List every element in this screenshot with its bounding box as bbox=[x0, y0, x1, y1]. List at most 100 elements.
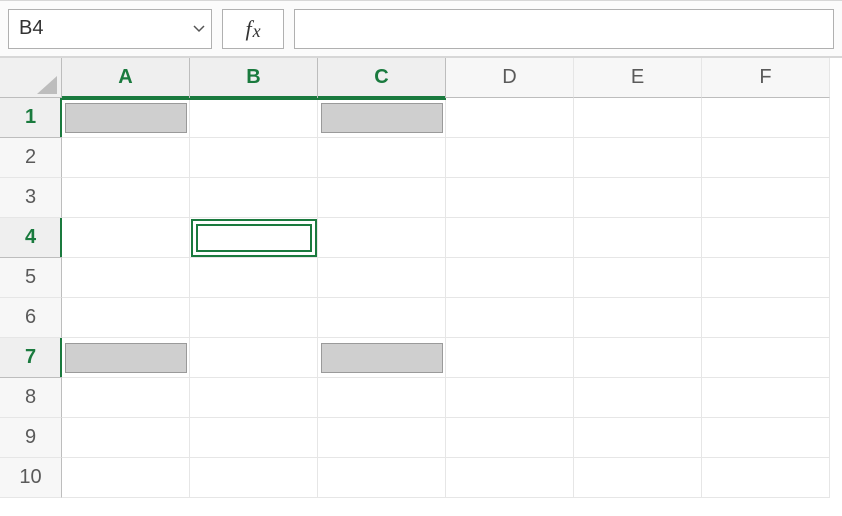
row-header-7[interactable]: 7 bbox=[0, 338, 62, 378]
cell-C1[interactable] bbox=[318, 98, 446, 138]
name-box-input[interactable] bbox=[9, 10, 211, 48]
row-header-1[interactable]: 1 bbox=[0, 98, 62, 138]
cell-B4[interactable] bbox=[190, 218, 318, 258]
cell-D2[interactable] bbox=[446, 138, 574, 178]
cell-F6[interactable] bbox=[702, 298, 830, 338]
cell-F2[interactable] bbox=[702, 138, 830, 178]
col-label: C bbox=[374, 66, 388, 89]
cell-C2[interactable] bbox=[318, 138, 446, 178]
cell-A8[interactable] bbox=[62, 378, 190, 418]
cell-E1[interactable] bbox=[574, 98, 702, 138]
cell-B10[interactable] bbox=[190, 458, 318, 498]
formula-toolbar: fx bbox=[0, 0, 842, 58]
row-label: 4 bbox=[25, 226, 36, 249]
row-label: 6 bbox=[25, 306, 36, 329]
row-label: 9 bbox=[25, 426, 36, 449]
row-header-6[interactable]: 6 bbox=[0, 298, 62, 338]
cell-F10[interactable] bbox=[702, 458, 830, 498]
row-header-5[interactable]: 5 bbox=[0, 258, 62, 298]
cell-C8[interactable] bbox=[318, 378, 446, 418]
row-header-2[interactable]: 2 bbox=[0, 138, 62, 178]
cell-E5[interactable] bbox=[574, 258, 702, 298]
row-header-4[interactable]: 4 bbox=[0, 218, 62, 258]
cell-A9[interactable] bbox=[62, 418, 190, 458]
col-header-D[interactable]: D bbox=[446, 58, 574, 98]
row-label: 2 bbox=[25, 146, 36, 169]
cell-D8[interactable] bbox=[446, 378, 574, 418]
row-header-8[interactable]: 8 bbox=[0, 378, 62, 418]
cell-C9[interactable] bbox=[318, 418, 446, 458]
cell-F4[interactable] bbox=[702, 218, 830, 258]
cell-C10[interactable] bbox=[318, 458, 446, 498]
col-header-B[interactable]: B bbox=[190, 58, 318, 98]
col-label: E bbox=[631, 66, 644, 89]
cell-B1[interactable] bbox=[190, 98, 318, 138]
cell-D6[interactable] bbox=[446, 298, 574, 338]
row-label: 3 bbox=[25, 186, 36, 209]
cell-A2[interactable] bbox=[62, 138, 190, 178]
cell-B6[interactable] bbox=[190, 298, 318, 338]
row-header-3[interactable]: 3 bbox=[0, 178, 62, 218]
cell-F7[interactable] bbox=[702, 338, 830, 378]
cells-region bbox=[62, 98, 830, 498]
row-label: 8 bbox=[25, 386, 36, 409]
cell-D9[interactable] bbox=[446, 418, 574, 458]
row-header-10[interactable]: 10 bbox=[0, 458, 62, 498]
cell-D10[interactable] bbox=[446, 458, 574, 498]
cell-A3[interactable] bbox=[62, 178, 190, 218]
cell-B7[interactable] bbox=[190, 338, 318, 378]
cell-A6[interactable] bbox=[62, 298, 190, 338]
col-header-A[interactable]: A bbox=[62, 58, 190, 98]
cell-C5[interactable] bbox=[318, 258, 446, 298]
cell-A7[interactable] bbox=[62, 338, 190, 378]
row-label: 7 bbox=[25, 346, 36, 369]
row-header-9[interactable]: 9 bbox=[0, 418, 62, 458]
fx-label-f: f bbox=[245, 16, 251, 42]
cell-E9[interactable] bbox=[574, 418, 702, 458]
cell-B5[interactable] bbox=[190, 258, 318, 298]
select-all-corner[interactable] bbox=[0, 58, 62, 98]
cell-D5[interactable] bbox=[446, 258, 574, 298]
col-label: A bbox=[118, 66, 132, 89]
cell-A1[interactable] bbox=[62, 98, 190, 138]
fx-label-x: x bbox=[253, 21, 261, 42]
cell-C3[interactable] bbox=[318, 178, 446, 218]
cell-C4[interactable] bbox=[318, 218, 446, 258]
cell-F5[interactable] bbox=[702, 258, 830, 298]
cell-C6[interactable] bbox=[318, 298, 446, 338]
col-header-F[interactable]: F bbox=[702, 58, 830, 98]
cell-F9[interactable] bbox=[702, 418, 830, 458]
cell-D4[interactable] bbox=[446, 218, 574, 258]
cell-F1[interactable] bbox=[702, 98, 830, 138]
cell-D1[interactable] bbox=[446, 98, 574, 138]
cell-E2[interactable] bbox=[574, 138, 702, 178]
cell-B2[interactable] bbox=[190, 138, 318, 178]
spreadsheet-grid: 1 2 3 4 5 6 7 8 9 10 A B C D E F bbox=[0, 58, 842, 516]
formula-bar-input[interactable] bbox=[294, 9, 834, 49]
cell-E8[interactable] bbox=[574, 378, 702, 418]
name-box[interactable] bbox=[8, 9, 212, 49]
cell-A5[interactable] bbox=[62, 258, 190, 298]
cell-E3[interactable] bbox=[574, 178, 702, 218]
cell-E10[interactable] bbox=[574, 458, 702, 498]
cell-D3[interactable] bbox=[446, 178, 574, 218]
cell-A10[interactable] bbox=[62, 458, 190, 498]
cell-E7[interactable] bbox=[574, 338, 702, 378]
fx-button[interactable]: fx bbox=[222, 9, 284, 49]
cell-B8[interactable] bbox=[190, 378, 318, 418]
cell-B3[interactable] bbox=[190, 178, 318, 218]
cell-A4[interactable] bbox=[62, 218, 190, 258]
row-label: 1 bbox=[25, 106, 36, 129]
cell-F8[interactable] bbox=[702, 378, 830, 418]
col-header-E[interactable]: E bbox=[574, 58, 702, 98]
row-label: 10 bbox=[19, 466, 41, 489]
cell-C7[interactable] bbox=[318, 338, 446, 378]
cell-D7[interactable] bbox=[446, 338, 574, 378]
cell-E4[interactable] bbox=[574, 218, 702, 258]
cell-B9[interactable] bbox=[190, 418, 318, 458]
cell-E6[interactable] bbox=[574, 298, 702, 338]
column-header-row: A B C D E F bbox=[62, 58, 830, 98]
col-label: D bbox=[502, 66, 516, 89]
col-header-C[interactable]: C bbox=[318, 58, 446, 98]
cell-F3[interactable] bbox=[702, 178, 830, 218]
